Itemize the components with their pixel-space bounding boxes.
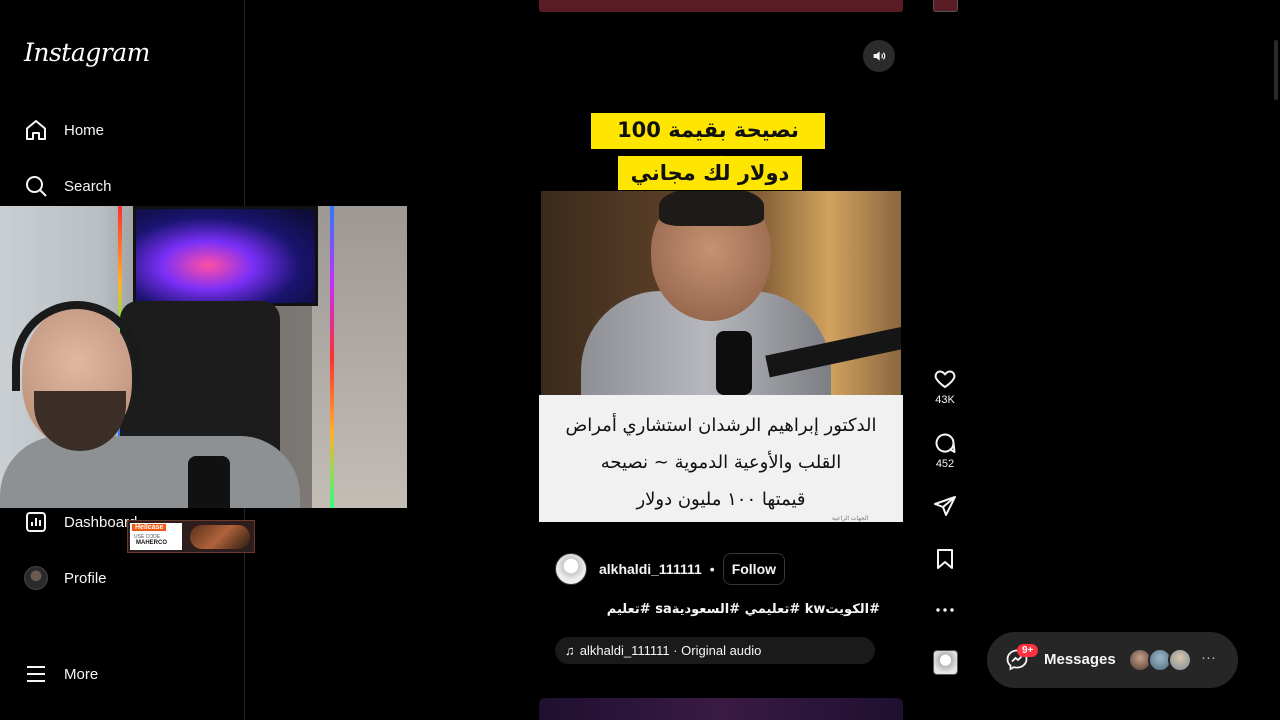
- scrollbar-thumb[interactable]: [1274, 40, 1278, 100]
- more-options-action: [930, 598, 960, 622]
- more-contacts-icon: ···: [1201, 649, 1216, 666]
- video-watermark: الجهات الراعية: [832, 516, 869, 522]
- unread-badge: 9+: [1017, 644, 1039, 657]
- podcast-mic: [716, 331, 752, 395]
- audio-label: alkhaldi_111111 · Original audio: [579, 643, 762, 658]
- separator-dot: •: [709, 561, 715, 577]
- hamburger-icon: [24, 662, 48, 686]
- bookmark-icon[interactable]: [933, 547, 957, 571]
- subtitle-line: الدكتور إبراهيم الرشدان استشاري أمراض: [565, 415, 877, 436]
- messages-button[interactable]: 9+ Messages ···: [987, 632, 1238, 688]
- comment-count: 452: [935, 458, 955, 470]
- heart-icon[interactable]: [933, 367, 957, 391]
- original-audio-link[interactable]: ♫ alkhaldi_111111 · Original audio: [555, 637, 875, 664]
- previous-post-thumbnail[interactable]: [539, 0, 903, 12]
- messages-label: Messages: [1044, 651, 1116, 668]
- music-note-icon: ♫: [565, 643, 575, 658]
- sponsor-code: MAHERCO: [136, 540, 167, 546]
- video-caption-line2: دولار لك مجاني ❤️: [618, 156, 802, 219]
- recent-contacts: [1128, 648, 1192, 672]
- sponsor-brand: Hellcase: [132, 524, 167, 531]
- sidebar-item-profile[interactable]: Profile: [24, 562, 107, 594]
- sidebar-item-more[interactable]: More: [24, 658, 98, 690]
- home-icon: [24, 118, 48, 142]
- webcam-overlay: [0, 206, 407, 508]
- dashboard-icon: [24, 510, 48, 534]
- like-count: 43K: [935, 394, 955, 406]
- audio-thumbnail[interactable]: [933, 650, 958, 675]
- sidebar-item-dashboard[interactable]: Dashboard: [24, 506, 137, 538]
- mute-button[interactable]: [863, 40, 895, 72]
- previous-audio-thumbnail[interactable]: [933, 0, 958, 12]
- post-caption[interactable]: #الكويتkw #تعليمي #السعوديةsa #تعليم: [555, 602, 880, 617]
- subtitle-line: قيمتها ١٠٠ مليون دولار: [636, 489, 806, 510]
- send-icon[interactable]: [933, 494, 957, 518]
- video-frame-speaker: [541, 191, 901, 395]
- led-strip: [330, 206, 334, 508]
- instagram-logo[interactable]: Instagram: [24, 38, 150, 67]
- follow-button[interactable]: Follow: [722, 553, 786, 585]
- author-username[interactable]: alkhaldi_111111: [599, 561, 702, 577]
- sidebar-item-label: Home: [64, 121, 105, 139]
- subtitle-line: القلب والأوعية الدموية ~ نصيحه: [600, 452, 842, 473]
- speaker-icon: [873, 51, 886, 61]
- next-post-thumbnail[interactable]: [539, 698, 903, 720]
- save-action: [930, 547, 960, 571]
- shelf-background: [312, 206, 407, 508]
- comment-action: 452: [930, 431, 960, 470]
- search-icon: [24, 174, 48, 198]
- sidebar-item-search[interactable]: Search: [24, 170, 112, 202]
- speaker-hair: [659, 191, 764, 226]
- sidebar-item-home[interactable]: Home: [24, 114, 104, 146]
- monitor-screen: [133, 206, 318, 306]
- more-horizontal-icon[interactable]: [933, 598, 957, 622]
- streamer-shirt: [0, 436, 300, 508]
- microphone-icon: [188, 456, 230, 508]
- sidebar-item-label: Search: [64, 177, 112, 195]
- sponsor-banner: Hellcase USE CODE MAHERCO: [127, 520, 255, 553]
- like-action: 43K: [930, 367, 960, 406]
- sidebar-item-label: More: [64, 665, 99, 683]
- contact-avatar: [1168, 648, 1192, 672]
- author-avatar[interactable]: [555, 553, 587, 585]
- video-caption-line1: نصيحة بقيمة 100 مليون: [591, 113, 825, 176]
- sidebar-item-label: Profile: [64, 569, 107, 587]
- comment-icon[interactable]: [933, 431, 957, 455]
- post-author-row: alkhaldi_111111 • Follow: [555, 553, 786, 585]
- scrollbar-track[interactable]: [1268, 0, 1280, 720]
- video-subtitle: الدكتور إبراهيم الرشدان استشاري أمراض ال…: [539, 395, 903, 522]
- profile-avatar: [24, 566, 48, 590]
- weapon-skin-image: [190, 525, 250, 549]
- share-action: [930, 494, 960, 518]
